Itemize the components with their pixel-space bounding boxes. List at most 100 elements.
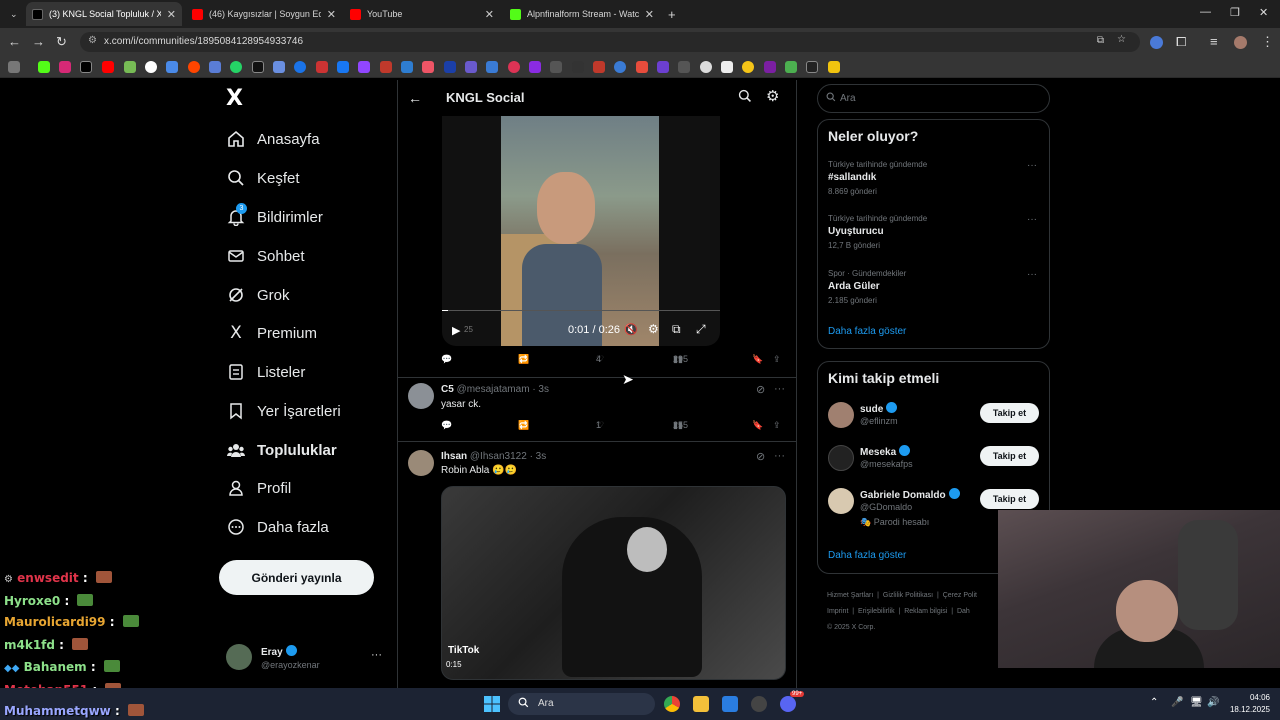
address-bar[interactable]: ⚙ x.com/i/communities/189508412895493374… (80, 32, 1140, 52)
close-tab-icon[interactable]: ✕ (327, 8, 336, 21)
network-icon[interactable]: 🖥 (1190, 697, 1203, 708)
bookmark-icon[interactable] (742, 61, 754, 73)
bookmark-x-icon[interactable] (80, 61, 92, 73)
play-icon[interactable]: ▶ (452, 324, 460, 337)
bookmark-icon[interactable] (422, 61, 434, 73)
footer-link[interactable]: Dah (957, 608, 970, 615)
footer-link[interactable]: Imprint (827, 608, 848, 615)
post-author[interactable]: C5 (441, 384, 454, 395)
bookmark-icon[interactable] (380, 61, 392, 73)
bookmark-icon[interactable] (593, 61, 605, 73)
bookmark-icon[interactable] (529, 61, 541, 73)
bookmark-icon[interactable] (785, 61, 797, 73)
post-author[interactable]: Ihsan (441, 451, 467, 462)
bookmark-icon[interactable] (401, 61, 413, 73)
bookmark-icon[interactable] (614, 61, 626, 73)
bookmark-icon[interactable] (273, 61, 285, 73)
bookmark-icon[interactable] (700, 61, 712, 73)
footer-link[interactable]: Gizlilik Politikası (883, 592, 933, 599)
grok-icon[interactable]: ⊘ (756, 450, 765, 463)
nav-communities[interactable]: Topluluklar (227, 435, 337, 465)
trend-more-icon[interactable]: ··· (1027, 160, 1037, 171)
post-button[interactable]: Gönderi yayınla (219, 560, 374, 595)
nav-premium[interactable]: X Premium (227, 318, 317, 348)
file-explorer-icon[interactable] (693, 696, 709, 712)
trend-more-icon[interactable]: ··· (1027, 214, 1037, 225)
taskbar-search[interactable]: Ara (508, 693, 655, 715)
post-more-icon[interactable]: ··· (774, 383, 785, 395)
tab-search-button[interactable]: ⌄ (4, 2, 22, 26)
account-more-icon[interactable]: ··· (371, 649, 382, 661)
search-input[interactable]: Ara (817, 84, 1050, 113)
post-handle[interactable]: @mesajatamam (457, 384, 530, 395)
bookmark-google-icon[interactable] (145, 61, 157, 73)
bookmark-icon[interactable] (252, 61, 264, 73)
bookmark-star-icon[interactable]: ☆ (1117, 34, 1126, 45)
footer-link[interactable]: Reklam bilgisi (904, 608, 947, 615)
share-icon[interactable]: ⇪ (773, 354, 781, 365)
bookmark-kick-icon[interactable] (38, 61, 50, 73)
apps-grid-icon[interactable] (8, 61, 20, 73)
repost-icon[interactable]: 🔁 (518, 420, 529, 431)
bookmark-icon[interactable] (209, 61, 221, 73)
fullscreen-icon[interactable]: ⤢ (696, 322, 706, 337)
bookmark-icon[interactable] (316, 61, 328, 73)
bookmarks-folder-icon[interactable] (828, 61, 840, 73)
back-arrow-icon[interactable]: ← (408, 90, 422, 106)
extension-icon[interactable] (1150, 36, 1163, 49)
follow-suggestion[interactable]: sude @eflinzm Takip et (828, 402, 1040, 438)
bookmark-whatsapp-icon[interactable] (230, 61, 242, 73)
bookmark-icon[interactable] (678, 61, 690, 73)
reply-icon[interactable]: 💬 (441, 354, 452, 365)
maximize-icon[interactable]: ❐ (1230, 6, 1240, 19)
video-settings-icon[interactable]: ⚙ (648, 322, 659, 336)
views-button[interactable]: ▮▮ 295 (673, 354, 688, 364)
share-icon[interactable]: ⇪ (773, 420, 781, 431)
search-icon[interactable] (738, 89, 752, 108)
reply-icon[interactable]: 💬 (441, 420, 452, 431)
bookmark-icon[interactable]: 🔖 (752, 420, 763, 431)
bookmark-icon[interactable] (486, 61, 498, 73)
bookmark-icon[interactable] (550, 61, 562, 73)
nav-home[interactable]: Anasayfa (227, 124, 320, 154)
close-tab-icon[interactable]: ✕ (645, 8, 654, 21)
bookmark-facebook-icon[interactable] (337, 61, 349, 73)
close-window-icon[interactable]: ✕ (1259, 6, 1268, 19)
install-app-icon[interactable]: ⧉ (1097, 35, 1104, 46)
bookmark-icon[interactable]: 🔖 (752, 354, 763, 365)
new-tab-button[interactable]: + (662, 2, 680, 26)
post-time[interactable]: 3s (538, 384, 549, 395)
bookmark-icon[interactable] (636, 61, 648, 73)
tab-kaygisizlar[interactable]: (46) Kaygısızlar | Soygun Edit - Y ✕ (186, 2, 342, 26)
footer-link[interactable]: Erişilebilirlik (858, 608, 895, 615)
bookmark-icon[interactable] (465, 61, 477, 73)
footer-link[interactable]: Çerez Polit (943, 592, 977, 599)
bookmark-instagram-icon[interactable] (59, 61, 71, 73)
bookmark-icon[interactable] (721, 61, 733, 73)
post-more-icon[interactable]: ··· (774, 450, 785, 462)
windows-start-icon[interactable] (484, 696, 500, 717)
follow-suggestion[interactable]: Meseka @mesekafps Takip et (828, 445, 1040, 481)
bookmark-icon[interactable] (444, 61, 456, 73)
nav-more[interactable]: Daha fazla (227, 512, 329, 542)
taskbar-clock[interactable]: 04:06 18.12.2025 (1226, 692, 1270, 716)
microphone-icon[interactable]: 🎤 (1171, 697, 1183, 708)
views-button[interactable]: ▮▮ 255 (673, 420, 688, 430)
back-arrow-icon[interactable]: ← (8, 34, 21, 49)
tab-youtube[interactable]: YouTube ✕ (344, 2, 500, 26)
volume-icon[interactable]: 🔊 (1207, 697, 1219, 708)
tab-kngl-social[interactable]: (3) KNGL Social Topluluk / X ✕ (26, 2, 182, 26)
bookmark-icon[interactable] (508, 61, 520, 73)
bookmark-twitch-icon[interactable] (358, 61, 370, 73)
nav-explore[interactable]: Keşfet (227, 163, 300, 193)
settings-gear-icon[interactable]: ⚙ (766, 87, 779, 105)
nav-bookmarks[interactable]: Yer İşaretleri (227, 396, 341, 426)
obs-icon[interactable] (751, 696, 767, 712)
show-more-follow-link[interactable]: Daha fazla göster (828, 550, 906, 561)
video-progress-track[interactable] (442, 310, 720, 311)
follow-button[interactable]: Takip et (980, 489, 1039, 509)
microsoft-store-icon[interactable] (722, 696, 738, 712)
close-tab-icon[interactable]: ✕ (485, 8, 494, 21)
bookmark-icon[interactable] (124, 61, 136, 73)
grok-icon[interactable]: ⊘ (756, 383, 765, 396)
